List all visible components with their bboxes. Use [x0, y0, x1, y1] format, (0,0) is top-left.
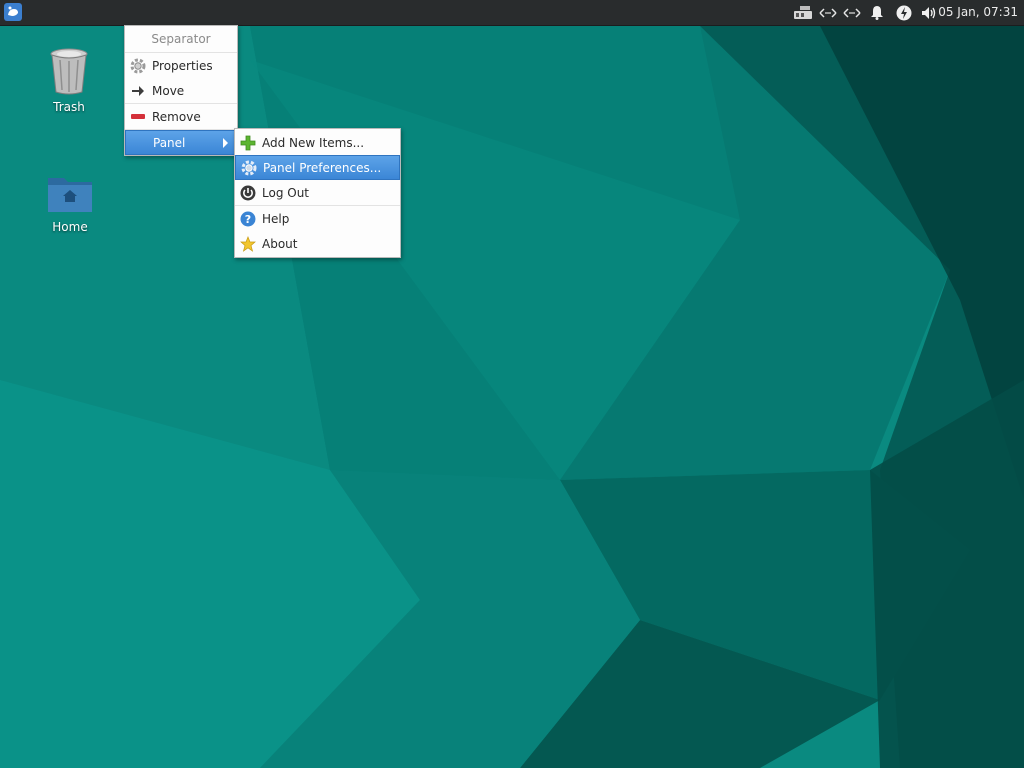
- xfce-logo-icon: [4, 3, 22, 21]
- menu-item-label: Help: [262, 211, 290, 226]
- menu-item-add-new-items[interactable]: Add New Items...: [235, 130, 400, 155]
- menu-item-label: About: [262, 236, 298, 251]
- logout-icon: [239, 184, 257, 202]
- home-folder-icon: [48, 178, 92, 212]
- menu-item-label: Panel Preferences...: [263, 160, 382, 175]
- menu-item-log-out[interactable]: Log Out: [235, 180, 400, 205]
- menu-item-remove[interactable]: Remove: [125, 104, 237, 129]
- notification-bell-icon[interactable]: [868, 4, 886, 21]
- context-menu: Separator Properties Move Remove Panel: [124, 25, 238, 156]
- desktop-icon-trash[interactable]: Trash: [34, 46, 104, 115]
- svg-text:?: ?: [245, 213, 251, 226]
- volume-icon[interactable]: [920, 4, 940, 21]
- help-icon: ?: [239, 210, 257, 228]
- menu-item-move[interactable]: Move: [125, 78, 237, 103]
- menu-item-panel[interactable]: Panel: [125, 130, 237, 155]
- menu-item-about[interactable]: About: [235, 231, 400, 256]
- menu-item-help[interactable]: ? Help: [235, 206, 400, 231]
- menu-item-label: Move: [152, 83, 185, 98]
- network-arrows-icon[interactable]: [818, 4, 838, 21]
- remove-icon: [129, 108, 147, 126]
- clock[interactable]: 05 Jan, 07:31: [938, 5, 1018, 19]
- menu-item-panel-preferences[interactable]: Panel Preferences...: [235, 155, 400, 180]
- gear-icon: [240, 159, 258, 177]
- network-arrows-icon[interactable]: [842, 4, 862, 21]
- network-wired-icon[interactable]: [792, 4, 814, 21]
- arrow-right-icon: [129, 82, 147, 100]
- power-icon[interactable]: [894, 4, 914, 21]
- star-icon: [239, 235, 257, 253]
- whisker-menu-button[interactable]: [4, 3, 22, 21]
- submenu-arrow-icon: [223, 138, 228, 148]
- menu-item-properties[interactable]: Properties: [125, 53, 237, 78]
- trash-icon: [50, 48, 88, 95]
- menu-item-label: Panel: [153, 135, 186, 150]
- menu-item-label: Remove: [152, 109, 201, 124]
- desktop[interactable]: 05 Jan, 07:31 Trash Home Separator Prope…: [0, 0, 1024, 768]
- menu-item-label: Log Out: [262, 185, 310, 200]
- plus-icon: [239, 134, 257, 152]
- menu-title: Separator: [151, 32, 211, 46]
- menu-item-label: Add New Items...: [262, 135, 365, 150]
- menu-item-label: Properties: [152, 58, 213, 73]
- desktop-icon-label: Trash: [53, 100, 85, 114]
- panel-submenu: Add New Items... Panel Preferences... Lo…: [234, 128, 401, 258]
- desktop-icon-label: Home: [52, 220, 88, 234]
- gear-icon: [129, 57, 147, 75]
- top-panel: 05 Jan, 07:31: [0, 0, 1024, 26]
- desktop-icon-home[interactable]: Home: [35, 172, 105, 235]
